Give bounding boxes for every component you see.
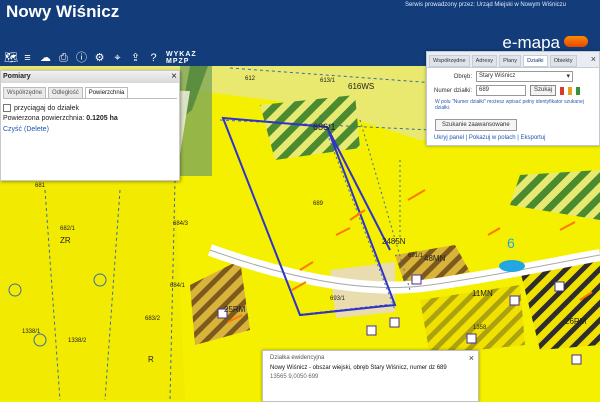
map-label-683-2: 683/2 bbox=[145, 316, 161, 322]
toolbar: 🗺 ≡ ☁ ⎙ ⓘ ⚙ ⌖ ⇪ ? WYKAZ MPZP bbox=[4, 50, 197, 66]
numer-input[interactable]: 689 bbox=[476, 85, 526, 96]
tab-plany[interactable]: Plany bbox=[499, 55, 522, 67]
map-label-2485n: 2485N bbox=[382, 237, 406, 246]
search-hint: W polu "Numer działki" możesz wpisać peł… bbox=[435, 99, 584, 111]
popup-main: Nowy Wiśnicz - obszar wiejski, obręb Sta… bbox=[270, 365, 447, 371]
close-icon[interactable]: × bbox=[171, 71, 177, 82]
search-panel: Współrzędne Adresy Plany Działki Obiekty… bbox=[426, 51, 600, 146]
map-label-689: 689 bbox=[313, 201, 324, 207]
map-icon[interactable]: 🗺 bbox=[4, 52, 18, 64]
area-label: Powierzona powierzchnia: bbox=[3, 115, 85, 122]
map-label-686-1: 686/1 bbox=[313, 122, 336, 132]
tab-adresy[interactable]: Adresy bbox=[471, 55, 498, 67]
tab-wspolrzedne[interactable]: Współrzędne bbox=[3, 87, 47, 98]
obreb-label: Obręb: bbox=[453, 73, 472, 80]
wykaz-mpzp-button[interactable]: WYKAZ MPZP bbox=[166, 51, 197, 65]
swatch-orange bbox=[568, 86, 573, 95]
map-label-612: 612 bbox=[245, 76, 256, 82]
app-title: Nowy Wiśnicz bbox=[6, 2, 120, 21]
map-label-1358: 1358 bbox=[473, 325, 487, 331]
print-icon[interactable]: ⎙ bbox=[58, 52, 69, 64]
parcel-popup: × Działka ewidencyjna Nowy Wiśnicz - obs… bbox=[262, 350, 479, 402]
popup-title: Działka ewidencyjna bbox=[270, 355, 325, 361]
obreb-row: Obręb: Stary Wiśnicz bbox=[427, 71, 599, 82]
map-label-48mn: 48MN bbox=[424, 254, 446, 263]
wykaz-bottom-label: MPZP bbox=[166, 58, 190, 65]
map-label-684-1: 684/1 bbox=[170, 283, 186, 289]
measure-body: przyciągaj do działek Powierzona powierz… bbox=[3, 98, 177, 133]
tab-wspolrzedne[interactable]: Współrzędne bbox=[429, 55, 470, 67]
service-text: Serwis prowadzony przez: Urząd Miejski w… bbox=[404, 2, 566, 8]
clear-button[interactable]: Czyść (Delete) bbox=[3, 126, 177, 133]
map-label-26rm: 26RM bbox=[565, 317, 587, 326]
help-icon[interactable]: ? bbox=[148, 52, 159, 64]
tab-odleglosc[interactable]: Odległość bbox=[48, 87, 83, 98]
swatch-red bbox=[560, 86, 565, 95]
pin-icon[interactable]: ⌖ bbox=[112, 52, 123, 64]
obreb-select[interactable]: Stary Wiśnicz bbox=[476, 71, 573, 82]
search-links[interactable]: Ukryj panel | Pokazuj w polach | Eksport… bbox=[434, 135, 599, 141]
measure-panel-title: Pomiary bbox=[1, 71, 179, 83]
map-label-684-3: 684/3 bbox=[173, 221, 189, 227]
snap-row: przyciągaj do działek bbox=[3, 104, 177, 112]
snap-checkbox[interactable] bbox=[3, 104, 11, 112]
map-marker-label: 6 bbox=[507, 235, 515, 251]
share-icon[interactable]: ⇪ bbox=[130, 52, 141, 64]
map-label-616ws: 616WS bbox=[348, 82, 374, 91]
map-label-25rm: 25RM bbox=[224, 305, 246, 314]
cloud-icon[interactable]: ☁ bbox=[40, 52, 51, 64]
search-button[interactable]: Szukaj bbox=[530, 85, 557, 96]
map-label-1338-1: 1338/1 bbox=[22, 329, 41, 335]
measure-panel: Pomiary × Współrzędne Odległość Powierzc… bbox=[0, 70, 180, 181]
area-row: Powierzona powierzchnia: 0.1205 ha bbox=[3, 115, 177, 122]
settings-icon[interactable]: ⚙ bbox=[94, 52, 105, 64]
info-icon[interactable]: ⓘ bbox=[76, 52, 87, 64]
advanced-search-button[interactable]: Szukanie zaawansowane bbox=[435, 119, 517, 131]
map-label-613-1: 613/1 bbox=[320, 78, 336, 84]
layers-icon[interactable]: ≡ bbox=[22, 52, 33, 64]
map-label-11mn: 11MN bbox=[472, 289, 493, 298]
numer-row: Numer działki: 689 Szukaj bbox=[427, 85, 599, 96]
map-label-691-1: 691/1 bbox=[408, 253, 424, 259]
map-label-693-1: 693/1 bbox=[330, 296, 346, 302]
tab-obiekty[interactable]: Obiekty bbox=[549, 55, 577, 67]
area-value: 0.1205 ha bbox=[86, 115, 118, 122]
close-icon[interactable]: × bbox=[591, 54, 596, 64]
measure-tabs: Współrzędne Odległość Powierzchnia bbox=[3, 87, 179, 98]
search-tabs: Współrzędne Adresy Plany Działki Obiekty bbox=[427, 52, 599, 68]
brand-logo: e-mapa bbox=[502, 33, 560, 52]
map-label-r: R bbox=[148, 355, 154, 364]
brand-dot-icon bbox=[564, 36, 588, 47]
close-icon[interactable]: × bbox=[469, 353, 474, 363]
map-label-zr: ZR bbox=[60, 236, 71, 245]
wykaz-top-label: WYKAZ bbox=[166, 51, 197, 58]
snap-label: przyciągaj do działek bbox=[14, 104, 79, 112]
map-label-682-1: 682/1 bbox=[60, 226, 76, 232]
map-label-1338-2: 1338/2 bbox=[68, 338, 87, 344]
tab-dzialki[interactable]: Działki bbox=[523, 55, 548, 67]
numer-label: Numer działki: bbox=[433, 87, 472, 94]
map-label-681: 681 bbox=[35, 183, 46, 189]
tab-powierzchnia[interactable]: Powierzchnia bbox=[84, 87, 129, 98]
swatch-green bbox=[576, 86, 581, 95]
popup-sub: 13565 9,0050 699 bbox=[270, 374, 319, 380]
